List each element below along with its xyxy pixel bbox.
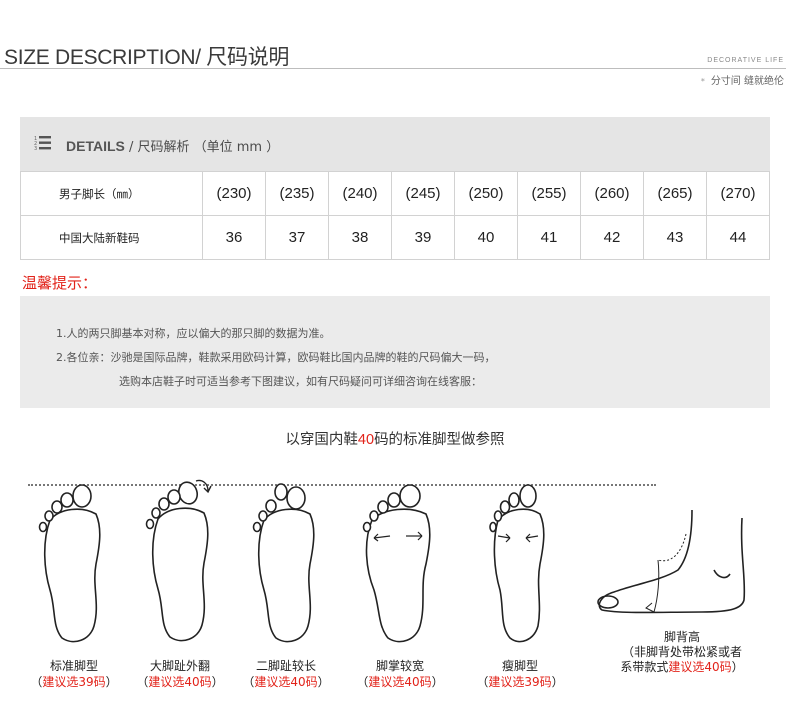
table-cell: (230) [202, 171, 266, 216]
foot-name: 脚背高 [663, 630, 700, 644]
table-cell: (245) [391, 171, 455, 216]
tip-line-2: 2.各位亲：沙驰是国际品牌，鞋款采用欧码计算，欧码鞋比国内品牌的鞋的尺码偏大一码… [56, 351, 496, 364]
tip-line-3: 选购本店鞋子时可适当参考下图建议，如有尺码疑问可详细咨询在线客服： [119, 375, 482, 388]
foot-advice-line: （建议选39码） [476, 675, 564, 689]
details-title: DETAILS / 尺码解析 （单位 mm ） [66, 136, 279, 155]
table-cell: (240) [328, 171, 392, 216]
table-cell: (265) [643, 171, 707, 216]
foot-name: 标准脚型 [49, 659, 98, 673]
foot-caption-standard: 标准脚型 （建议选39码） [14, 658, 134, 690]
foot-standard-icon [38, 484, 101, 643]
toe-guide-line [28, 484, 656, 486]
table-cell: 43 [643, 215, 707, 260]
foot-note: 非脚背处带松紧或者 [634, 645, 743, 659]
row-label-shoe-size: 中国大陆新鞋码 [20, 215, 203, 260]
foot-wide-icon [362, 484, 431, 643]
foot-name: 大脚趾外翻 [149, 659, 210, 673]
list-icon: 1 2 3 [34, 136, 51, 152]
foot-advice: 建议选40码 [254, 675, 318, 689]
table-cell: 36 [202, 215, 266, 260]
row-label-foot-length: 男子脚长（㎜） [20, 171, 203, 216]
foot-caption-narrow: 瘦脚型 （建议选39码） [460, 658, 580, 690]
table-cell: 37 [265, 215, 329, 260]
table-cell: 44 [706, 215, 770, 260]
table-cell: (235) [265, 171, 329, 216]
tips-box: 1.人的两只脚基本对称，应以偏大的那只脚的数据为准。 2.各位亲：沙驰是国际品牌… [20, 296, 770, 408]
foot-advice-line: （建议选39码） [30, 675, 118, 689]
reference-title-post: 码的标准脚型做参照 [374, 432, 505, 448]
table-cell: 38 [328, 215, 392, 260]
foot-advice-line: （建议选40码） [136, 675, 224, 689]
foot-bunion-icon [145, 479, 212, 642]
foot-long-second-toe-icon [252, 483, 315, 643]
page-title: SIZE DESCRIPTION/ 尺码说明 [4, 46, 290, 69]
tip-line-1: 1.人的两只脚基本对称，应以偏大的那只脚的数据为准。 [56, 327, 331, 340]
foot-note-line: （非脚背处带松紧或者 [621, 645, 743, 659]
reference-title-pre: 以穿国内鞋 [285, 432, 358, 448]
foot-advice: 建议选39码 [42, 675, 106, 689]
foot-caption-long-toe: 二脚趾较长 （建议选40码） [226, 658, 346, 690]
foot-high-instep-icon [597, 509, 746, 614]
table-cell: 42 [580, 215, 644, 260]
foot-narrow-icon [489, 484, 545, 643]
table-cell: 39 [391, 215, 455, 260]
svg-text:3: 3 [34, 146, 37, 152]
decor-label: DECORATIVE LIFE [707, 57, 784, 64]
decor-slogan: * 分寸间 缝就绝伦 [701, 72, 784, 87]
foot-caption-high-instep: 脚背高 （非脚背处带松紧或者 系带款式建议选40码） [602, 630, 762, 675]
header-divider [0, 68, 786, 69]
foot-advice: 建议选39码 [488, 675, 552, 689]
foot-caption-wide: 脚掌较宽 （建议选40码） [340, 658, 460, 690]
foot-note-post: 系带款式 [620, 660, 669, 674]
foot-advice-line: （建议选40码） [356, 675, 444, 689]
table-cell: (260) [580, 171, 644, 216]
details-title-en: DETAILS [66, 138, 125, 154]
foot-advice-line: 系带款式建议选40码） [620, 660, 744, 674]
table-cell: (250) [454, 171, 518, 216]
details-header: 1 2 3 DETAILS / 尺码解析 （单位 mm ） [20, 117, 770, 171]
tips-title: 温馨提示： [22, 274, 98, 292]
table-cell: (270) [706, 171, 770, 216]
foot-advice: 建议选40码 [368, 675, 432, 689]
reference-title-size: 40 [357, 432, 375, 448]
table-row: 中国大陆新鞋码 36 37 38 39 40 41 42 43 44 [20, 215, 770, 260]
table-cell: 41 [517, 215, 581, 260]
foot-caption-bunion: 大脚趾外翻 （建议选40码） [120, 658, 240, 690]
size-table: 男子脚长（㎜） (230) (235) (240) (245) (250) (2… [20, 171, 770, 260]
foot-name: 瘦脚型 [501, 659, 538, 673]
foot-name: 脚掌较宽 [375, 659, 424, 673]
foot-advice: 建议选40码 [668, 660, 732, 674]
foot-advice: 建议选40码 [148, 675, 212, 689]
foot-advice-line: （建议选40码） [242, 675, 330, 689]
decor-slogan-text: 分寸间 缝就绝伦 [710, 76, 784, 87]
table-row: 男子脚长（㎜） (230) (235) (240) (245) (250) (2… [20, 171, 770, 216]
details-title-zh: / 尺码解析 （单位 mm ） [124, 140, 280, 155]
table-cell: (255) [517, 171, 581, 216]
star-icon: * [700, 77, 705, 86]
reference-title: 以穿国内鞋40码的标准脚型做参照 [0, 428, 790, 449]
table-cell: 40 [454, 215, 518, 260]
foot-name: 二脚趾较长 [255, 659, 316, 673]
